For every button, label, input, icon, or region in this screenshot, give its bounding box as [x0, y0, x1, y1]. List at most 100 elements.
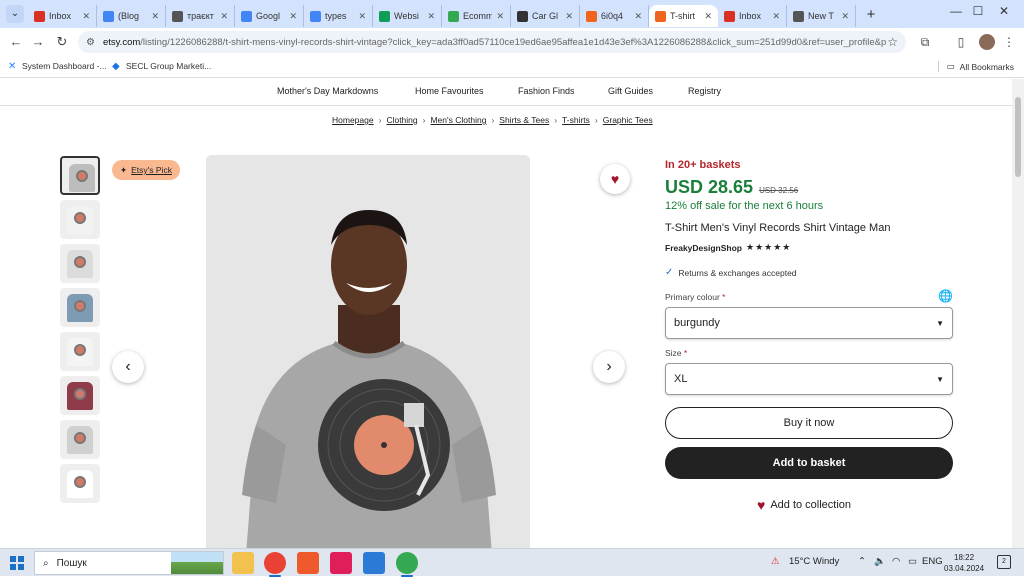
speaker-icon[interactable]: 🔈 — [874, 556, 886, 567]
tab-close-icon[interactable]: ✕ — [496, 11, 504, 22]
tab-close-icon[interactable]: ✕ — [841, 11, 849, 22]
breadcrumb-link[interactable]: T-shirts — [562, 115, 590, 125]
nav-link[interactable]: Registry — [688, 86, 721, 96]
extensions-icon[interactable]: ⧉ — [918, 35, 932, 49]
figma-icon[interactable] — [297, 552, 319, 574]
browser-tab[interactable]: 6i0q4 ✕ — [580, 5, 649, 27]
globe-icon[interactable]: 🌐 — [938, 289, 953, 303]
slack-icon[interactable] — [330, 552, 352, 574]
browser-tab[interactable]: (Blog ✕ — [97, 5, 166, 27]
product-title: T-Shirt Men's Vinyl Records Shirt Vintag… — [665, 222, 891, 234]
tab-close-icon[interactable]: ✕ — [565, 11, 573, 22]
address-bar[interactable]: ⚙ etsy.com/listing/1226086288/t-shirt-me… — [78, 31, 906, 53]
scrollbar-thumb[interactable] — [1015, 97, 1021, 177]
page-scrollbar[interactable] — [1012, 79, 1024, 548]
browser-toolbar: ← → ↻ ⚙ etsy.com/listing/1226086288/t-sh… — [0, 28, 1024, 56]
url-text[interactable]: etsy.com/listing/1226086288/t-shirt-mens… — [103, 37, 887, 48]
nav-link[interactable]: Mother's Day Markdowns — [277, 86, 378, 96]
clock[interactable]: 18:22 03.04.2024 — [944, 552, 984, 574]
size-select[interactable]: XL ▼ — [665, 363, 953, 395]
bookmark-item[interactable]: ◆ SECL Group Marketi... — [112, 61, 211, 72]
windows-start-icon[interactable] — [10, 556, 24, 570]
tab-favicon-icon — [310, 10, 321, 22]
favorite-heart-button[interactable]: ♥ — [600, 164, 630, 194]
thumbnail-record-label — [76, 346, 84, 354]
tab-close-icon[interactable]: ✕ — [772, 11, 780, 22]
menu-kebab-icon[interactable]: ⋮ — [1002, 35, 1016, 49]
product-thumbnail[interactable] — [60, 464, 100, 503]
product-thumbnail[interactable] — [60, 376, 100, 415]
all-bookmarks-button[interactable]: ▭ All Bookmarks — [937, 61, 1014, 72]
side-panel-icon[interactable]: ▯ — [954, 35, 968, 49]
taskbar-search-box[interactable]: ⌕ Пошук — [34, 551, 224, 575]
tab-close-icon[interactable]: ✕ — [151, 11, 159, 22]
site-info-icon[interactable]: ⚙ — [86, 37, 95, 48]
breadcrumb-link[interactable]: Clothing — [386, 115, 417, 125]
product-thumbnail[interactable] — [60, 332, 100, 371]
browser-tab[interactable]: траєкт ✕ — [166, 5, 235, 27]
breadcrumb-link[interactable]: Shirts & Tees — [499, 115, 549, 125]
tab-search-chevron-icon[interactable]: ⌄ — [6, 5, 24, 23]
new-tab-button[interactable]: + — [860, 5, 882, 27]
browser-tab[interactable]: Inbox ✕ — [718, 5, 787, 27]
bookmarks-bar: ✕ System Dashboard -... ◆ SECL Group Mar… — [0, 56, 1024, 78]
nav-link[interactable]: Fashion Finds — [518, 86, 575, 96]
product-thumbnail[interactable] — [60, 156, 100, 195]
bookmark-diamond-icon: ◆ — [112, 61, 120, 72]
browser-tab[interactable]: T-shirt ✕ — [649, 5, 718, 27]
tab-close-icon[interactable]: ✕ — [427, 11, 435, 22]
bookmark-star-icon[interactable]: ☆ — [887, 35, 898, 49]
browser-tab[interactable]: Car Gl ✕ — [511, 5, 580, 27]
tab-label: Inbox — [739, 11, 762, 21]
back-arrow-icon[interactable]: ← — [8, 34, 24, 50]
wifi-icon[interactable]: ◠ — [892, 556, 900, 567]
product-thumbnail[interactable] — [60, 200, 100, 239]
primary-colour-select[interactable]: burgundy ▼ — [665, 307, 953, 339]
profile-avatar[interactable] — [979, 34, 995, 50]
chrome-profile-icon[interactable] — [396, 552, 418, 577]
product-thumbnail[interactable] — [60, 244, 100, 283]
weather-text[interactable]: 15°C Windy — [789, 556, 839, 567]
breadcrumb-link[interactable]: Men's Clothing — [430, 115, 486, 125]
tab-close-icon[interactable]: ✕ — [634, 11, 642, 22]
browser-tab[interactable]: New T ✕ — [787, 5, 856, 27]
buy-it-now-button[interactable]: Buy it now — [665, 407, 953, 439]
product-thumbnail[interactable] — [60, 420, 100, 459]
add-to-collection-button[interactable]: ♥ Add to collection — [757, 497, 851, 513]
tab-close-icon[interactable]: ✕ — [220, 11, 228, 22]
price: USD 28.65 USD 32.56 — [665, 177, 799, 197]
breadcrumb-link[interactable]: Homepage — [332, 115, 374, 125]
forward-arrow-icon[interactable]: → — [30, 34, 46, 50]
browser-tab[interactable]: Websi ✕ — [373, 5, 442, 27]
photos-icon[interactable] — [363, 552, 385, 574]
previous-image-button[interactable]: ‹ — [112, 351, 144, 383]
product-thumbnail[interactable] — [60, 288, 100, 327]
chrome-icon[interactable] — [264, 552, 286, 577]
product-main-image[interactable] — [206, 155, 530, 548]
etsys-pick-badge[interactable]: ✦ Etsy's Pick — [112, 160, 180, 180]
tray-chevron-icon[interactable]: ⌃ — [858, 556, 866, 567]
next-image-button[interactable]: › — [593, 351, 625, 383]
browser-tab[interactable]: Googl ✕ — [235, 5, 304, 27]
tab-close-icon[interactable]: ✕ — [704, 11, 712, 22]
tab-close-icon[interactable]: ✕ — [82, 11, 90, 22]
folder-icon: ▭ — [946, 61, 955, 71]
tab-close-icon[interactable]: ✕ — [358, 11, 366, 22]
browser-tab[interactable]: Ecomm ✕ — [442, 5, 511, 27]
browser-tab[interactable]: types ✕ — [304, 5, 373, 27]
close-window-button[interactable]: ✕ — [984, 4, 1024, 18]
nav-link[interactable]: Gift Guides — [608, 86, 653, 96]
browser-tab[interactable]: Inbox ✕ — [28, 5, 97, 27]
basket-count: In 20+ baskets — [665, 159, 741, 171]
language-indicator[interactable]: ENG — [922, 556, 943, 567]
add-to-basket-button[interactable]: Add to basket — [665, 447, 953, 479]
breadcrumb-link[interactable]: Graphic Tees — [603, 115, 653, 125]
notification-icon[interactable]: 2 — [997, 555, 1011, 569]
tab-close-icon[interactable]: ✕ — [289, 11, 297, 22]
file-explorer-icon[interactable] — [232, 552, 254, 574]
nav-link[interactable]: Home Favourites — [415, 86, 484, 96]
reload-icon[interactable]: ↻ — [54, 34, 70, 50]
battery-icon[interactable]: ▭ — [908, 556, 917, 567]
bookmark-item[interactable]: ✕ System Dashboard -... — [8, 61, 107, 72]
shop-name-link[interactable]: FreakyDesignShop — [665, 243, 742, 253]
